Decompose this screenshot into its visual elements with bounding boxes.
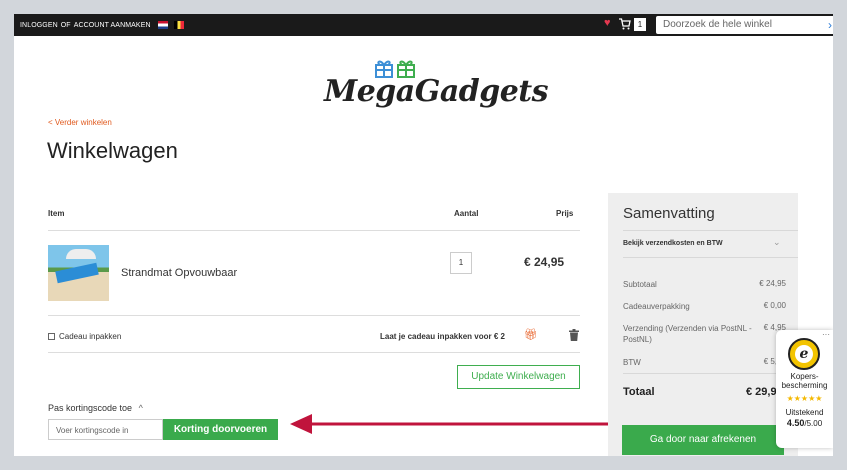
subtotal-value: € 24,95 — [759, 279, 786, 288]
divider — [623, 373, 798, 374]
header-item: Item — [48, 209, 65, 218]
gift-wrap-checkbox[interactable] — [48, 333, 55, 340]
shipping-tax-toggle[interactable]: Bekijk verzendkosten en BTW — [623, 240, 723, 247]
create-account-link[interactable]: ACCOUNT AANMAKEN — [74, 22, 151, 29]
product-image[interactable] — [48, 245, 109, 301]
vat-label: BTW — [623, 358, 641, 367]
site-logo[interactable]: MegaGadgets — [324, 58, 549, 118]
chevron-down-icon[interactable]: ⌄ — [773, 237, 781, 248]
update-cart-button[interactable]: Update Winkelwagen — [457, 365, 580, 389]
total-label: Totaal — [623, 386, 655, 398]
seal-letter: e — [795, 345, 813, 363]
search-placeholder: Doorzoek de hele winkel — [663, 19, 772, 30]
cart-icon[interactable] — [619, 18, 631, 30]
score-max: /5.00 — [804, 419, 823, 428]
score-value: 4.50 — [786, 418, 805, 428]
trusted-shops-seal-icon: e — [788, 338, 820, 370]
rating-score: 4.50/5.00 — [776, 418, 833, 428]
rating-label: Uitstekend — [785, 408, 824, 417]
total-value: € 29,9 — [746, 386, 777, 398]
coupon-toggle[interactable]: Pas kortingscode toe ^ — [48, 403, 143, 413]
login-link[interactable]: INLOGGEN — [20, 22, 58, 29]
quantity-input[interactable]: 1 — [450, 252, 472, 274]
gift-wrap-offer: Laat je cadeau inpakken voor € 2 — [380, 332, 505, 341]
shipping-label: Verzending (Verzenden via PostNL - PostN… — [623, 324, 752, 344]
summary-title: Samenvatting — [623, 205, 715, 222]
divider — [623, 230, 798, 231]
page-frame: INLOGGEN OF ACCOUNT AANMAKEN ♥ 1 Doorzoe… — [14, 14, 833, 456]
chevron-up-icon: ^ — [138, 403, 143, 413]
search-icon[interactable]: › — [828, 18, 832, 32]
divider — [48, 315, 580, 316]
logo-text: MegaGadgets — [324, 74, 549, 109]
account-links: INLOGGEN OF ACCOUNT AANMAKEN — [20, 21, 184, 29]
divider — [48, 230, 580, 231]
belgian-flag-icon[interactable] — [173, 21, 184, 29]
subtotal-label: Subtotaal — [623, 280, 657, 289]
page-title: Winkelwagen — [47, 138, 178, 163]
header-qty: Aantal — [454, 209, 479, 218]
gift-icon[interactable]: 🎁︎ — [524, 328, 538, 341]
trash-icon[interactable] — [569, 329, 579, 341]
top-bar: INLOGGEN OF ACCOUNT AANMAKEN ♥ 1 Doorzoe… — [14, 14, 833, 36]
cart-count-badge[interactable]: 1 — [634, 18, 646, 31]
product-price: € 24,95 — [524, 255, 565, 269]
rating-stars-icon: ★★★★★ — [786, 394, 823, 403]
coupon-input[interactable]: Voer kortingscode in — [48, 419, 163, 440]
apply-coupon-button[interactable]: Korting doorvoeren — [163, 419, 278, 440]
more-icon[interactable]: ··· — [822, 330, 830, 339]
or-text: OF — [60, 21, 71, 29]
divider — [48, 352, 580, 353]
gift-wrap-option[interactable]: Cadeau inpakken — [48, 332, 121, 341]
header-price: Prijs — [556, 209, 574, 218]
gift-wrap-label: Cadeau inpakken — [59, 332, 122, 341]
continue-shopping-link[interactable]: < Verder winkelen — [48, 118, 112, 127]
giftwrap-label: Cadeauverpakking — [623, 302, 690, 311]
arrow-annotation-icon — [290, 414, 622, 434]
trust-badge[interactable]: ··· e Kopers-bescherming ★★★★★ Uitsteken… — [776, 330, 833, 448]
giftwrap-value: € 0,00 — [763, 301, 786, 310]
order-summary: Samenvatting Bekijk verzendkosten en BTW… — [608, 193, 798, 456]
divider — [623, 257, 798, 258]
mat-shape — [55, 262, 99, 284]
umbrella-shape — [66, 249, 96, 259]
wishlist-heart-icon[interactable]: ♥ — [604, 18, 611, 29]
checkout-button[interactable]: Ga door naar afrekenen — [622, 425, 784, 455]
dutch-flag-icon[interactable] — [157, 21, 168, 29]
buyer-protection-label: Kopers-bescherming — [781, 372, 828, 390]
coupon-label: Pas kortingscode toe — [48, 403, 133, 413]
search-input[interactable]: Doorzoek de hele winkel › — [656, 16, 833, 34]
product-name[interactable]: Strandmat Opvouwbaar — [121, 267, 237, 279]
